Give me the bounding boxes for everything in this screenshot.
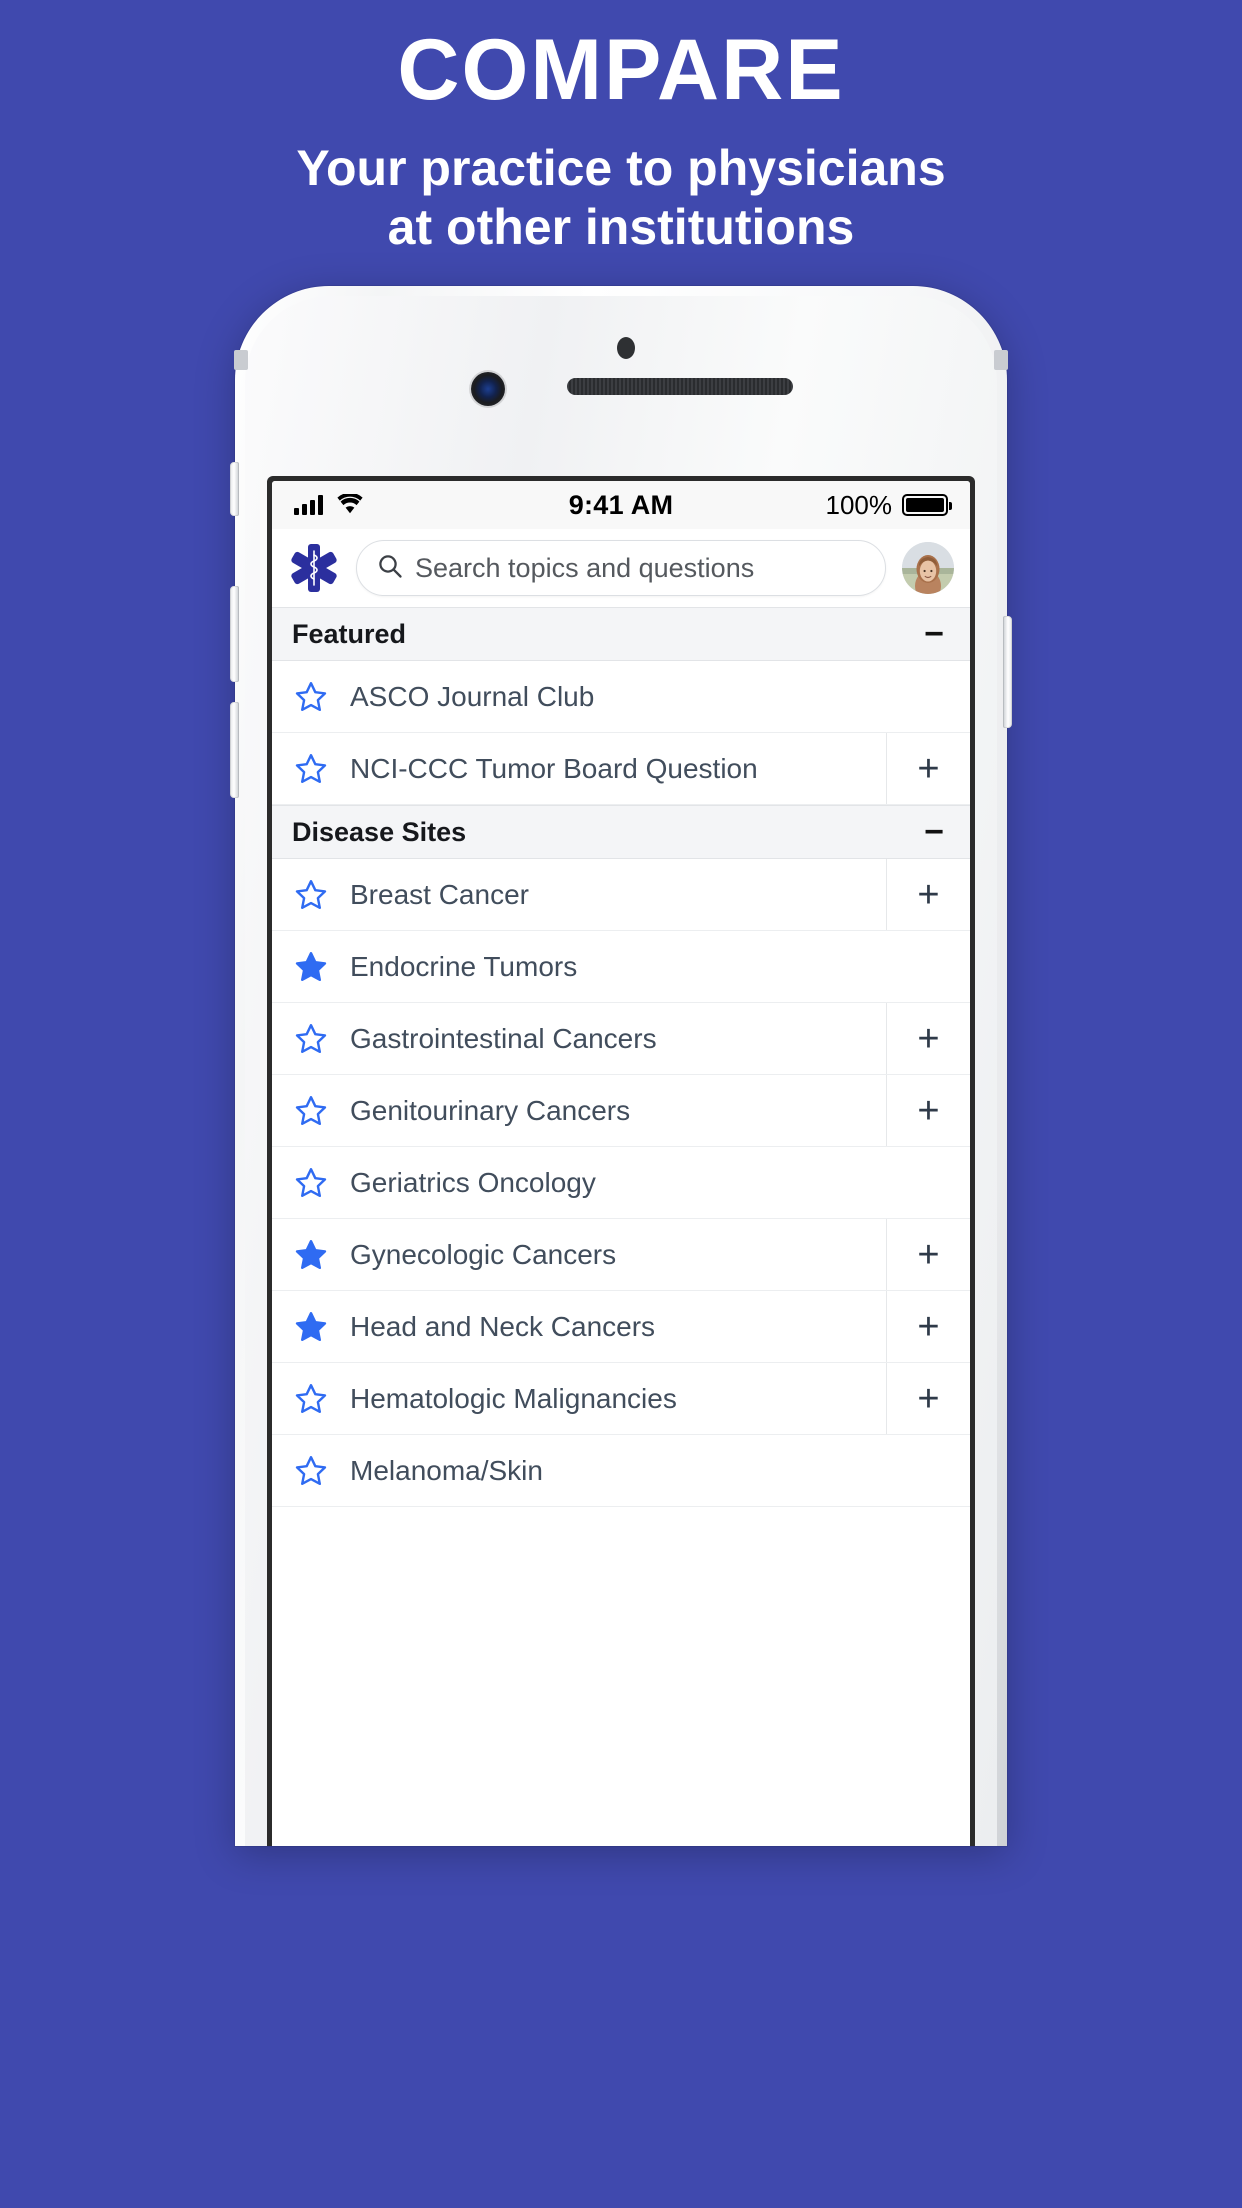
status-bar: 9:41 AM 100%	[272, 481, 970, 529]
status-bar-left	[294, 490, 569, 521]
list-item-label: Gastrointestinal Cancers	[350, 1022, 657, 1054]
star-of-life-logo-icon[interactable]	[288, 542, 340, 594]
add-plus-button[interactable]: +	[886, 1075, 970, 1146]
proximity-sensor-icon	[617, 337, 635, 359]
avatar[interactable]	[902, 542, 954, 594]
search-icon	[377, 553, 403, 584]
silent-switch-button[interactable]	[230, 462, 239, 516]
phone-device-mockup: 9:41 AM 100% Search topics and questions…	[230, 286, 1012, 1846]
section-header[interactable]: Featured −	[272, 607, 970, 661]
star-outline-icon[interactable]	[272, 1166, 350, 1200]
list-item-label: Geriatrics Oncology	[350, 1166, 596, 1198]
list-item[interactable]: Hematologic Malignancies +	[272, 1363, 970, 1435]
add-plus-button[interactable]: +	[886, 1363, 970, 1434]
section-title: Disease Sites	[292, 816, 467, 847]
app-screen: 9:41 AM 100% Search topics and questions…	[272, 481, 970, 1846]
app-search-header: Search topics and questions	[272, 529, 970, 607]
add-plus-button[interactable]: +	[886, 733, 970, 804]
antenna-band-left	[234, 350, 248, 370]
section-header[interactable]: Disease Sites −	[272, 805, 970, 859]
list-item[interactable]: Geriatrics Oncology	[272, 1147, 970, 1219]
battery-full-icon	[902, 494, 953, 516]
list-item[interactable]: ASCO Journal Club	[272, 661, 970, 733]
star-filled-icon[interactable]	[272, 1310, 350, 1344]
star-outline-icon[interactable]	[272, 1382, 350, 1416]
front-camera-icon	[471, 372, 505, 406]
add-slot-empty	[886, 1147, 970, 1218]
add-plus-button[interactable]: +	[886, 1291, 970, 1362]
list-item-label: Gynecologic Cancers	[350, 1238, 617, 1270]
collapse-minus-icon[interactable]: −	[924, 617, 948, 651]
status-bar-clock: 9:41 AM	[568, 489, 674, 520]
battery-percent-label: 100%	[825, 489, 893, 520]
volume-up-button[interactable]	[230, 586, 239, 682]
list-item[interactable]: Melanoma/Skin	[272, 1435, 970, 1507]
section-title: Featured	[292, 618, 407, 649]
list-item[interactable]: Breast Cancer +	[272, 859, 970, 931]
list-item-label: Head and Neck Cancers	[350, 1310, 656, 1342]
add-slot-empty	[886, 1435, 970, 1506]
status-bar-right: 100%	[673, 489, 953, 521]
promo-headline-block: COMPARE Your practice to physicians at o…	[0, 0, 1242, 257]
star-outline-icon[interactable]	[272, 752, 350, 786]
promo-subtitle-line-2: at other institutions	[387, 198, 855, 255]
promo-subtitle-line-1: Your practice to physicians	[296, 139, 946, 196]
list-item-label: Breast Cancer	[350, 878, 529, 910]
star-outline-icon[interactable]	[272, 680, 350, 714]
search-input[interactable]: Search topics and questions	[356, 540, 886, 596]
list-item-label: Hematologic Malignancies	[350, 1382, 677, 1414]
list-item[interactable]: Genitourinary Cancers +	[272, 1075, 970, 1147]
phone-screen-frame: 9:41 AM 100% Search topics and questions…	[267, 476, 975, 1846]
power-button[interactable]	[1003, 616, 1012, 728]
list-item[interactable]: NCI-CCC Tumor Board Question +	[272, 733, 970, 805]
wifi-icon	[337, 490, 363, 521]
list-item-label: Endocrine Tumors	[350, 950, 578, 982]
star-filled-icon[interactable]	[272, 1238, 350, 1272]
antenna-band-right	[994, 350, 1008, 370]
add-plus-button[interactable]: +	[886, 1003, 970, 1074]
list-item-label: NCI-CCC Tumor Board Question	[350, 752, 758, 784]
list-item-label: ASCO Journal Club	[350, 680, 595, 712]
list-item[interactable]: Gastrointestinal Cancers +	[272, 1003, 970, 1075]
star-filled-icon[interactable]	[272, 950, 350, 984]
list-item[interactable]: Gynecologic Cancers +	[272, 1219, 970, 1291]
list-item[interactable]: Endocrine Tumors	[272, 931, 970, 1003]
earpiece-speaker-icon	[567, 378, 793, 395]
list-item[interactable]: Head and Neck Cancers +	[272, 1291, 970, 1363]
list-item-label: Melanoma/Skin	[350, 1454, 543, 1486]
search-input-placeholder: Search topics and questions	[415, 552, 755, 583]
list-item-label: Genitourinary Cancers	[350, 1094, 631, 1126]
volume-down-button[interactable]	[230, 702, 239, 798]
page-title: COMPARE	[397, 22, 845, 118]
add-plus-button[interactable]: +	[886, 859, 970, 930]
star-outline-icon[interactable]	[272, 878, 350, 912]
collapse-minus-icon[interactable]: −	[924, 815, 948, 849]
add-slot-empty	[886, 661, 970, 732]
star-outline-icon[interactable]	[272, 1022, 350, 1056]
promo-subtitle: Your practice to physicians at other ins…	[0, 139, 1242, 257]
topics-list: Featured − ASCO Journal Club NCI-CCC Tumor …	[272, 607, 970, 1507]
cellular-signal-icon	[294, 495, 323, 515]
add-plus-button[interactable]: +	[886, 1219, 970, 1290]
star-outline-icon[interactable]	[272, 1094, 350, 1128]
star-outline-icon[interactable]	[272, 1454, 350, 1488]
add-slot-empty	[886, 931, 970, 1002]
